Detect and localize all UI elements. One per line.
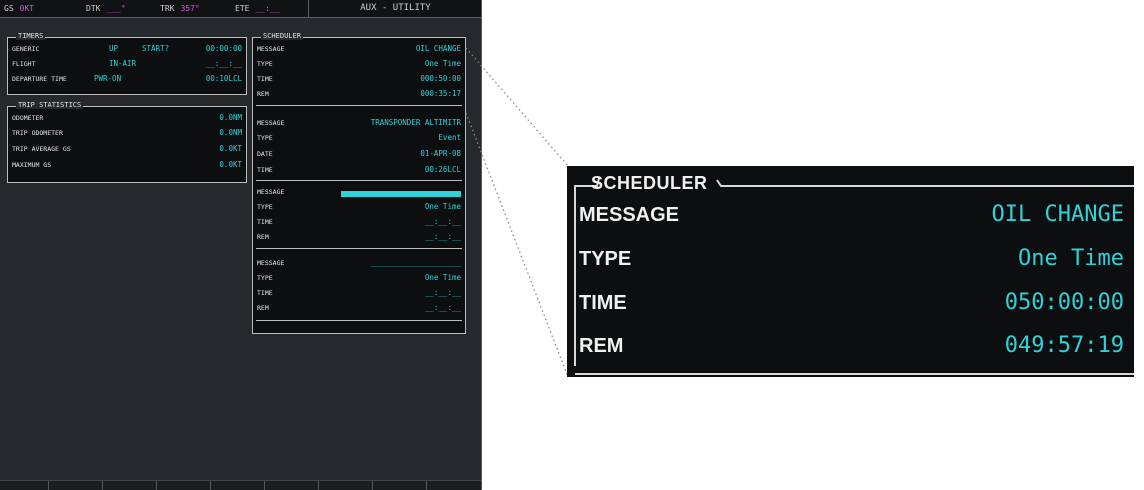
callout-line-top <box>465 47 569 167</box>
row-label: TIME <box>579 292 627 314</box>
zoom-time-field[interactable]: 050:00:00 <box>1005 290 1124 315</box>
row-label: MESSAGE <box>579 204 680 226</box>
zoom-frame-top <box>716 179 1134 187</box>
row-label: REM <box>579 335 624 357</box>
row-label: TYPE <box>579 248 632 270</box>
zoom-message-row[interactable]: MESSAGE OIL CHANGE <box>579 196 1124 232</box>
zoom-rem-value: 049:57:19 <box>1004 333 1124 358</box>
zoom-time-row[interactable]: TIME 050:00:00 <box>579 284 1124 320</box>
scheduler-zoom-callout: SCHEDULER MESSAGE OIL CHANGE TYPE One Time… <box>567 166 1134 377</box>
zoom-type-field[interactable]: One Time <box>1018 246 1124 271</box>
zoom-message-field[interactable]: OIL CHANGE <box>992 202 1124 227</box>
zoom-type-row[interactable]: TYPE One Time <box>579 240 1124 276</box>
callout-line-bottom <box>465 112 569 378</box>
zoom-title: SCHEDULER <box>591 173 708 193</box>
zoom-rem-row: REM 049:57:19 <box>579 327 1124 363</box>
